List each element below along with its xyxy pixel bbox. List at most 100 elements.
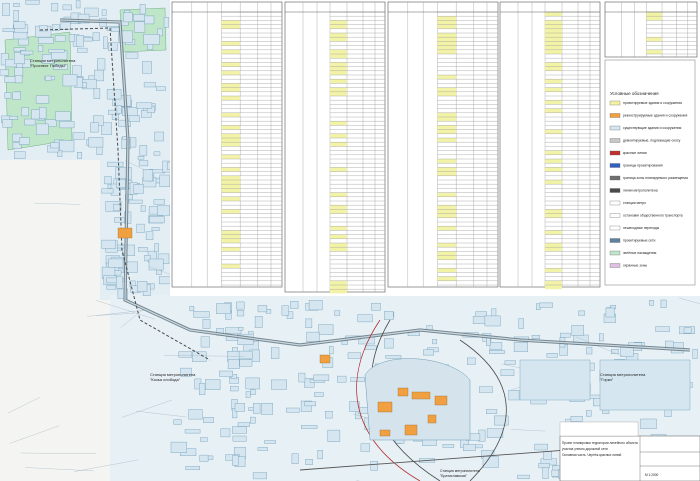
table-cell-highlight: [330, 167, 347, 172]
legend-item-label: охранные зоны: [623, 264, 648, 268]
table-cell-highlight: [221, 83, 241, 88]
building: [106, 285, 117, 290]
building: [59, 140, 75, 153]
table-cell-highlight: [330, 37, 347, 42]
building: [204, 379, 221, 390]
building: [482, 456, 499, 468]
table-cell-highlight: [545, 108, 562, 113]
table-cell-highlight: [221, 167, 241, 172]
building: [432, 339, 437, 345]
building: [238, 327, 244, 331]
building: [107, 161, 124, 167]
building: [83, 37, 93, 42]
city-block-right-2: [519, 359, 591, 401]
building: [599, 333, 604, 342]
building: [271, 347, 280, 359]
building: [220, 428, 231, 438]
building: [304, 401, 316, 407]
table-cell-highlight: [437, 167, 457, 172]
table-cell-highlight: [330, 142, 347, 147]
building: [504, 360, 516, 365]
table-cell-highlight: [437, 209, 457, 214]
table-cell-highlight: [545, 268, 562, 273]
building: [122, 12, 133, 23]
building: [489, 350, 505, 354]
building: [154, 131, 164, 142]
table-cell-highlight: [221, 209, 241, 214]
building: [660, 299, 667, 309]
legend: Условные обозначения проектируемые здани…: [604, 59, 696, 286]
building: [250, 416, 256, 424]
building: [149, 216, 165, 224]
building: [264, 440, 276, 444]
building: [0, 69, 10, 76]
table-cell-highlight: [330, 226, 347, 231]
building: [45, 75, 52, 81]
building: [538, 463, 550, 469]
table-cell-highlight: [545, 37, 562, 42]
table-cell-highlight: [221, 238, 241, 243]
table-cell-highlight: [330, 234, 347, 239]
table-cell-highlight: [221, 175, 241, 180]
building: [232, 435, 247, 442]
building: [513, 342, 528, 352]
building: [159, 174, 170, 188]
table-cell-highlight: [221, 230, 241, 235]
building: [325, 411, 333, 419]
building: [192, 351, 207, 362]
table-cell-highlight: [545, 41, 562, 46]
building: [72, 132, 85, 140]
table-cell-highlight: [437, 112, 457, 117]
building: [13, 21, 26, 29]
building: [48, 49, 65, 53]
table-cell-highlight: [330, 209, 347, 214]
building: [81, 82, 87, 88]
building: [664, 409, 672, 417]
legend-swatch: [609, 238, 621, 243]
building: [118, 119, 131, 127]
table-cell-highlight: [330, 66, 347, 71]
legend-item-label: зелёные насаждения: [623, 251, 657, 255]
building: [517, 474, 530, 480]
building: [173, 419, 182, 425]
building: [271, 379, 287, 390]
building: [163, 17, 169, 28]
building: [51, 3, 59, 12]
table-cell-highlight: [545, 230, 562, 235]
table-cell-highlight: [330, 79, 347, 84]
table-cell-highlight: [545, 247, 562, 252]
building: [141, 61, 152, 74]
legend-swatch: [609, 225, 621, 231]
table-cell-highlight: [545, 66, 562, 71]
building: [384, 311, 394, 320]
table-cell-highlight: [330, 289, 347, 294]
table-cell-highlight: [221, 196, 241, 201]
legend-item-label: станции метро: [623, 201, 646, 205]
building: [318, 324, 334, 335]
street: [7, 397, 40, 414]
table-cell-highlight: [221, 24, 241, 29]
table-cell-highlight: [330, 62, 347, 67]
building: [290, 301, 299, 309]
building: [60, 22, 71, 30]
legend-item-label: остановки общественного транспорта: [623, 214, 683, 218]
building: [188, 409, 203, 420]
table-cell-highlight: [221, 41, 241, 46]
legend-item-label: границы проектирования: [623, 164, 663, 168]
building: [88, 137, 104, 148]
table-cell-highlight: [437, 41, 457, 46]
building: [39, 107, 47, 120]
table-cell-highlight: [330, 285, 347, 290]
building: [170, 441, 187, 454]
building: [93, 88, 101, 99]
building: [202, 319, 211, 329]
building: [19, 137, 30, 145]
building: [314, 392, 324, 397]
building: [254, 316, 263, 328]
building: [546, 353, 558, 358]
building: [250, 389, 256, 395]
table-cell-highlight: [437, 20, 457, 25]
building: [13, 3, 20, 7]
table-cell-highlight: [437, 205, 457, 210]
building: [200, 336, 210, 348]
